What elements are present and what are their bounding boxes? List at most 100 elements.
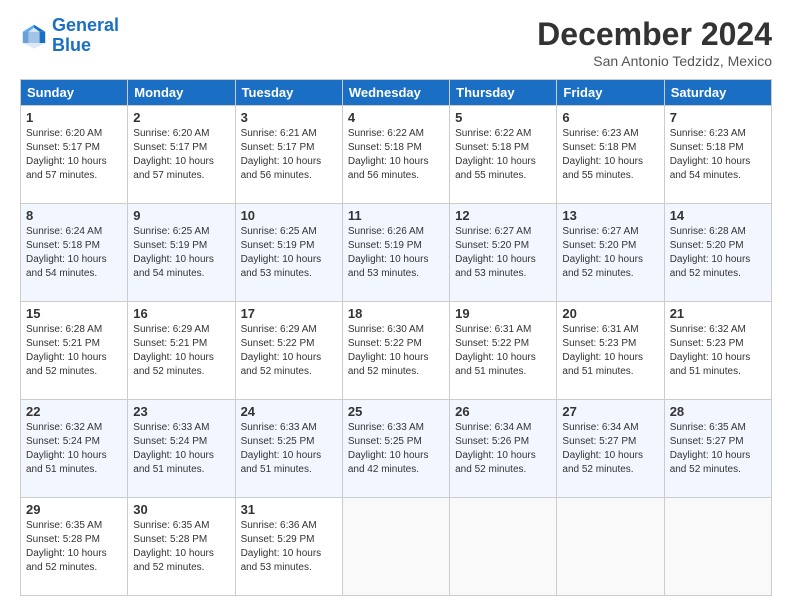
header: General Blue December 2024 San Antonio T… (20, 16, 772, 69)
day-number: 25 (348, 404, 444, 419)
day-number: 16 (133, 306, 229, 321)
table-row: 2Sunrise: 6:20 AM Sunset: 5:17 PM Daylig… (128, 106, 235, 204)
table-row: 5Sunrise: 6:22 AM Sunset: 5:18 PM Daylig… (450, 106, 557, 204)
table-row: 16 Sunrise: 6:29 AM Sunset: 5:21 PM Dayli… (128, 302, 235, 400)
col-friday: Friday (557, 80, 664, 106)
day-info: Sunrise: 6:27 AM Sunset: 5:20 PM Dayligh… (455, 225, 551, 281)
page: General Blue December 2024 San Antonio T… (0, 0, 792, 612)
calendar-week-row: 8 Sunrise: 6:24 AM Sunset: 5:18 PM Daylig… (21, 204, 772, 302)
day-info: Sunrise: 6:26 AM Sunset: 5:19 PM Dayligh… (348, 225, 444, 281)
day-info: Sunrise: 6:33 AM Sunset: 5:25 PM Dayligh… (348, 421, 444, 477)
col-saturday: Saturday (664, 80, 771, 106)
day-info: Sunrise: 6:34 AM Sunset: 5:26 PM Dayligh… (455, 421, 551, 477)
table-row: 4 Sunrise: 6:22 AM Sunset: 5:18 PM Daylig… (342, 106, 449, 204)
day-info: Sunrise: 6:27 AM Sunset: 5:20 PM Dayligh… (562, 225, 658, 281)
table-row: 1 Sunrise: 6:20 AM Sunset: 5:17 PM Daylig… (21, 106, 128, 204)
day-number: 26 (455, 404, 551, 419)
day-info: Sunrise: 6:35 AM Sunset: 5:27 PM Dayligh… (670, 421, 766, 477)
day-info: Sunrise: 6:22 AM Sunset: 5:18 PM Dayligh… (455, 127, 551, 183)
calendar-week-row: 15 Sunrise: 6:28 AM Sunset: 5:21 PM Dayli… (21, 302, 772, 400)
table-row: 28 Sunrise: 6:35 AM Sunset: 5:27 PM Dayli… (664, 400, 771, 498)
day-number: 4 (348, 110, 444, 125)
day-info: Sunrise: 6:20 AM Sunset: 5:17 PM Dayligh… (26, 127, 122, 183)
day-info: Sunrise: 6:21 AM Sunset: 5:17 PM Dayligh… (241, 127, 337, 183)
day-info: Sunrise: 6:30 AM Sunset: 5:22 PM Dayligh… (348, 323, 444, 379)
day-number: 31 (241, 502, 337, 517)
day-info: Sunrise: 6:29 AM Sunset: 5:22 PM Dayligh… (241, 323, 337, 379)
table-row: 30 Sunrise: 6:35 AM Sunset: 5:28 PM Dayli… (128, 498, 235, 596)
table-row (342, 498, 449, 596)
calendar-week-row: 1 Sunrise: 6:20 AM Sunset: 5:17 PM Daylig… (21, 106, 772, 204)
table-row: 19 Sunrise: 6:31 AM Sunset: 5:22 PM Dayli… (450, 302, 557, 400)
table-row: 26 Sunrise: 6:34 AM Sunset: 5:26 PM Dayli… (450, 400, 557, 498)
day-number: 9 (133, 208, 229, 223)
table-row: 3Sunrise: 6:21 AM Sunset: 5:17 PM Daylig… (235, 106, 342, 204)
day-info: Sunrise: 6:32 AM Sunset: 5:24 PM Dayligh… (26, 421, 122, 477)
day-number: 11 (348, 208, 444, 223)
day-number: 18 (348, 306, 444, 321)
table-row: 22 Sunrise: 6:32 AM Sunset: 5:24 PM Dayli… (21, 400, 128, 498)
day-number: 19 (455, 306, 551, 321)
table-row: 29Sunrise: 6:35 AM Sunset: 5:28 PM Dayli… (21, 498, 128, 596)
day-info: Sunrise: 6:31 AM Sunset: 5:23 PM Dayligh… (562, 323, 658, 379)
table-row: 14 Sunrise: 6:28 AM Sunset: 5:20 PM Dayli… (664, 204, 771, 302)
day-number: 1 (26, 110, 122, 125)
table-row: 6 Sunrise: 6:23 AM Sunset: 5:18 PM Daylig… (557, 106, 664, 204)
day-info: Sunrise: 6:28 AM Sunset: 5:20 PM Dayligh… (670, 225, 766, 281)
day-number: 6 (562, 110, 658, 125)
day-info: Sunrise: 6:25 AM Sunset: 5:19 PM Dayligh… (133, 225, 229, 281)
day-info: Sunrise: 6:32 AM Sunset: 5:23 PM Dayligh… (670, 323, 766, 379)
day-number: 23 (133, 404, 229, 419)
col-wednesday: Wednesday (342, 80, 449, 106)
table-row: 7Sunrise: 6:23 AM Sunset: 5:18 PM Daylig… (664, 106, 771, 204)
logo: General Blue (20, 16, 119, 56)
col-tuesday: Tuesday (235, 80, 342, 106)
day-info: Sunrise: 6:33 AM Sunset: 5:25 PM Dayligh… (241, 421, 337, 477)
day-number: 21 (670, 306, 766, 321)
table-row: 15 Sunrise: 6:28 AM Sunset: 5:21 PM Dayli… (21, 302, 128, 400)
day-number: 30 (133, 502, 229, 517)
calendar-table: Sunday Monday Tuesday Wednesday Thursday… (20, 79, 772, 596)
day-info: Sunrise: 6:23 AM Sunset: 5:18 PM Dayligh… (562, 127, 658, 183)
day-number: 13 (562, 208, 658, 223)
day-info: Sunrise: 6:31 AM Sunset: 5:22 PM Dayligh… (455, 323, 551, 379)
table-row (557, 498, 664, 596)
logo-icon (20, 22, 48, 50)
day-number: 20 (562, 306, 658, 321)
table-row: 20 Sunrise: 6:31 AM Sunset: 5:23 PM Dayli… (557, 302, 664, 400)
day-number: 22 (26, 404, 122, 419)
day-info: Sunrise: 6:23 AM Sunset: 5:18 PM Dayligh… (670, 127, 766, 183)
day-number: 27 (562, 404, 658, 419)
table-row: 24Sunrise: 6:33 AM Sunset: 5:25 PM Dayli… (235, 400, 342, 498)
month-title: December 2024 (537, 16, 772, 53)
day-number: 8 (26, 208, 122, 223)
table-row: 8 Sunrise: 6:24 AM Sunset: 5:18 PM Daylig… (21, 204, 128, 302)
col-thursday: Thursday (450, 80, 557, 106)
day-info: Sunrise: 6:24 AM Sunset: 5:18 PM Dayligh… (26, 225, 122, 281)
day-info: Sunrise: 6:33 AM Sunset: 5:24 PM Dayligh… (133, 421, 229, 477)
day-number: 15 (26, 306, 122, 321)
day-info: Sunrise: 6:22 AM Sunset: 5:18 PM Dayligh… (348, 127, 444, 183)
title-block: December 2024 San Antonio Tedzidz, Mexic… (537, 16, 772, 69)
day-info: Sunrise: 6:20 AM Sunset: 5:17 PM Dayligh… (133, 127, 229, 183)
day-number: 29 (26, 502, 122, 517)
day-number: 10 (241, 208, 337, 223)
table-row: 10 Sunrise: 6:25 AM Sunset: 5:19 PM Dayli… (235, 204, 342, 302)
table-row: 13 Sunrise: 6:27 AM Sunset: 5:20 PM Dayli… (557, 204, 664, 302)
calendar-header-row: Sunday Monday Tuesday Wednesday Thursday… (21, 80, 772, 106)
day-info: Sunrise: 6:34 AM Sunset: 5:27 PM Dayligh… (562, 421, 658, 477)
day-info: Sunrise: 6:28 AM Sunset: 5:21 PM Dayligh… (26, 323, 122, 379)
table-row: 12Sunrise: 6:27 AM Sunset: 5:20 PM Dayli… (450, 204, 557, 302)
col-sunday: Sunday (21, 80, 128, 106)
day-info: Sunrise: 6:29 AM Sunset: 5:21 PM Dayligh… (133, 323, 229, 379)
day-number: 14 (670, 208, 766, 223)
calendar-week-row: 29 Sunrise: 6:35 AM Sunset: 5:28 PM Dayli… (21, 498, 772, 596)
day-info: Sunrise: 6:35 AM Sunset: 5:28 PM Dayligh… (133, 519, 229, 575)
day-number: 28 (670, 404, 766, 419)
table-row: 25 Sunrise: 6:33 AM Sunset: 5:25 PM Dayli… (342, 400, 449, 498)
table-row: 18 Sunrise: 6:30 AM Sunset: 5:22 PM Dayli… (342, 302, 449, 400)
table-row: 9 Sunrise: 6:25 AM Sunset: 5:19 PM Daylig… (128, 204, 235, 302)
day-number: 17 (241, 306, 337, 321)
table-row: 23 Sunrise: 6:33 AM Sunset: 5:24 PM Dayli… (128, 400, 235, 498)
day-info: Sunrise: 6:25 AM Sunset: 5:19 PM Dayligh… (241, 225, 337, 281)
